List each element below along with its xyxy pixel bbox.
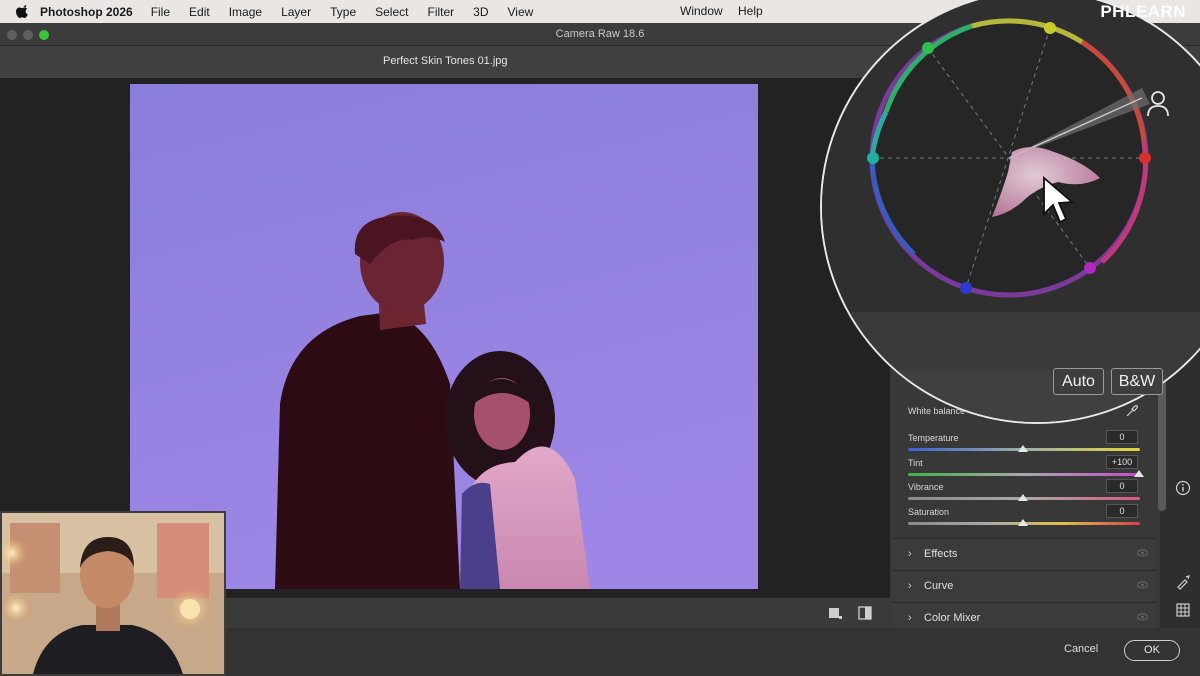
section-effects-title: Effects <box>924 548 958 560</box>
vibrance-value[interactable]: 0 <box>1106 479 1138 493</box>
eyedropper-icon[interactable] <box>1125 404 1139 418</box>
saturation-slider[interactable]: Saturation 0 <box>908 504 1140 533</box>
chevron-right-icon: › <box>908 580 912 592</box>
chevron-right-icon: › <box>908 548 912 560</box>
tint-label: Tint <box>908 458 923 468</box>
apple-icon[interactable] <box>16 4 30 19</box>
chevron-right-icon: › <box>908 612 912 624</box>
menu-3d[interactable]: 3D <box>473 5 488 19</box>
presenter-video <box>2 513 224 674</box>
menu-file[interactable]: File <box>151 5 170 19</box>
temperature-label: Temperature <box>908 433 959 443</box>
eye-icon[interactable] <box>1137 581 1148 589</box>
crop-view-icon[interactable] <box>827 605 843 621</box>
menu-window[interactable]: Window <box>680 4 723 18</box>
cancel-button[interactable]: Cancel <box>1064 643 1098 655</box>
saturation-value[interactable]: 0 <box>1106 504 1138 518</box>
menu-help[interactable]: Help <box>738 4 763 18</box>
watermark-logo: PHLEARN <box>1100 2 1186 21</box>
ok-button[interactable]: OK <box>1124 640 1180 661</box>
temperature-value[interactable]: 0 <box>1106 430 1138 444</box>
screen: Photoshop 2026 File Edit Image Layer Typ… <box>0 0 1200 676</box>
vibrance-label: Vibrance <box>908 482 944 492</box>
file-name: Perfect Skin Tones 01.jpg <box>383 55 508 67</box>
menu-select[interactable]: Select <box>375 5 408 19</box>
temperature-thumb[interactable] <box>1018 445 1028 452</box>
menu-filter[interactable]: Filter <box>427 5 454 19</box>
auto-button[interactable]: Auto <box>1053 368 1104 395</box>
vibrance-thumb[interactable] <box>1018 494 1028 501</box>
grid-icon[interactable] <box>1175 602 1191 618</box>
menu-view[interactable]: View <box>508 5 534 19</box>
tint-track[interactable] <box>908 473 1140 476</box>
saturation-label: Saturation <box>908 507 950 517</box>
black-and-white-button[interactable]: B&W <box>1111 368 1163 395</box>
menu-layer[interactable]: Layer <box>281 5 311 19</box>
tint-thumb[interactable] <box>1134 470 1144 477</box>
section-color-mixer[interactable]: › Color Mixer <box>892 602 1156 628</box>
eye-icon[interactable] <box>1137 613 1148 621</box>
section-color-mixer-title: Color Mixer <box>924 612 981 624</box>
presenter-webcam <box>0 511 226 676</box>
before-after-icon[interactable] <box>857 605 873 621</box>
section-curve-title: Curve <box>924 580 954 592</box>
section-curve[interactable]: › Curve <box>892 570 1156 601</box>
tint-value[interactable]: +100 <box>1106 455 1138 469</box>
eye-icon[interactable] <box>1137 549 1148 557</box>
section-effects[interactable]: › Effects <box>892 538 1156 569</box>
info-icon[interactable] <box>1175 480 1191 496</box>
menu-edit[interactable]: Edit <box>189 5 210 19</box>
app-menu-photoshop[interactable]: Photoshop 2026 <box>40 5 133 19</box>
menu-image[interactable]: Image <box>229 5 262 19</box>
brush-icon[interactable] <box>1175 574 1191 590</box>
menu-type[interactable]: Type <box>330 5 356 19</box>
saturation-thumb[interactable] <box>1018 519 1028 526</box>
